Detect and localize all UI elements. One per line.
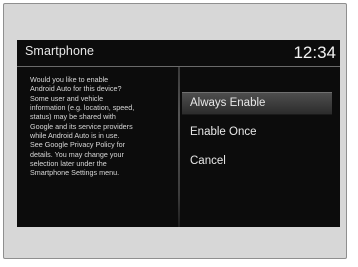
cancel-button[interactable]: Cancel bbox=[182, 150, 332, 173]
figure-frame: Smartphone 12:34 Would you like to enabl… bbox=[0, 0, 358, 267]
infotainment-screen: Smartphone 12:34 Would you like to enabl… bbox=[17, 40, 340, 227]
always-enable-button[interactable]: Always Enable bbox=[182, 92, 332, 115]
app-title: Smartphone bbox=[25, 44, 95, 58]
clock: 12:34 bbox=[293, 43, 336, 62]
column-divider bbox=[178, 67, 180, 227]
permission-message: Would you like to enable Android Auto fo… bbox=[30, 75, 135, 178]
enable-once-button[interactable]: Enable Once bbox=[182, 121, 332, 144]
option-list: Always Enable Enable Once Cancel bbox=[182, 92, 332, 179]
status-bar: Smartphone 12:34 bbox=[17, 40, 340, 68]
